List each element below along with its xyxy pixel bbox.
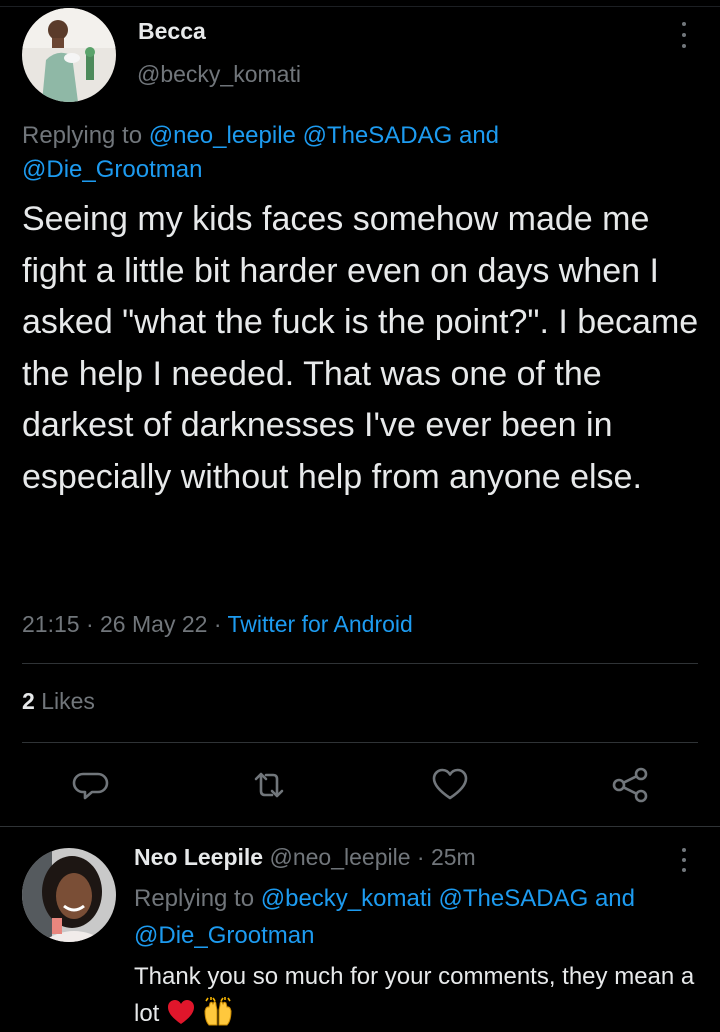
tweet-detail-screen: Becca @becky_komati Replying to @neo_lee…	[0, 0, 720, 1032]
mention-link[interactable]: @Die_Grootman	[22, 156, 202, 183]
replying-prefix: Replying to	[134, 885, 255, 912]
main-tweet: Becca @becky_komati Replying to @neo_lee…	[0, 0, 720, 826]
reply-icon	[72, 772, 109, 800]
reply-time: 25m	[430, 844, 476, 870]
reply-author-name[interactable]: Neo Leepile	[134, 844, 263, 870]
mention-link[interactable]: @Die_Grootman	[134, 922, 314, 949]
red-heart-emoji	[168, 1000, 195, 1024]
replying-and[interactable]: and	[459, 122, 499, 149]
replying-prefix: Replying to	[22, 122, 143, 149]
divider	[22, 742, 698, 743]
reply-replying-to-line: Replying to @becky_komati @TheSADAG and …	[134, 880, 714, 954]
reply-avatar[interactable]	[22, 848, 116, 942]
likes-label: Likes	[41, 688, 95, 714]
mention-link[interactable]: @TheSADAG	[439, 885, 589, 912]
mention-link[interactable]: @neo_leepile	[149, 122, 296, 149]
replying-and[interactable]: and	[595, 885, 635, 912]
tweet-date: 26 May 22	[100, 611, 208, 637]
likes-number: 2	[22, 688, 35, 714]
more-options-icon[interactable]	[674, 22, 694, 48]
mention-link[interactable]: @becky_komati	[261, 885, 432, 912]
retweet-button[interactable]	[249, 765, 289, 805]
reply-text: Thank you so much for your comments, the…	[134, 958, 714, 1032]
tweet-meta: 21:15 · 26 May 22 · Twitter for Android	[22, 611, 413, 638]
divider	[22, 663, 698, 664]
share-button[interactable]	[610, 765, 650, 805]
share-icon	[612, 767, 648, 803]
author-name[interactable]: Becca	[138, 18, 206, 45]
like-button[interactable]	[430, 765, 470, 805]
likes-count[interactable]: 2 Likes	[22, 688, 95, 715]
mention-link[interactable]: @TheSADAG	[303, 122, 453, 149]
more-options-icon[interactable]	[674, 848, 694, 872]
tweet-text: Seeing my kids faces somehow made me fig…	[22, 200, 699, 496]
meta-separator: ·	[416, 844, 425, 870]
divider	[0, 826, 720, 827]
meta-separator: ·	[213, 611, 222, 637]
heart-icon	[432, 768, 468, 800]
avatar[interactable]	[22, 8, 116, 102]
replying-to-line: Replying to @neo_leepile @TheSADAG and @…	[22, 119, 682, 187]
tweet-source-link[interactable]: Twitter for Android	[227, 611, 412, 637]
raising-hands-emoji	[204, 997, 232, 1026]
tweet-time: 21:15	[22, 611, 80, 637]
retweet-icon	[254, 772, 284, 798]
meta-separator: ·	[85, 611, 94, 637]
reply-button[interactable]	[71, 765, 111, 805]
reply-author-handle[interactable]: @neo_leepile	[270, 844, 411, 870]
author-handle[interactable]: @becky_komati	[137, 61, 301, 88]
reply-header: Neo Leepile @neo_leepile · 25m	[134, 844, 476, 871]
